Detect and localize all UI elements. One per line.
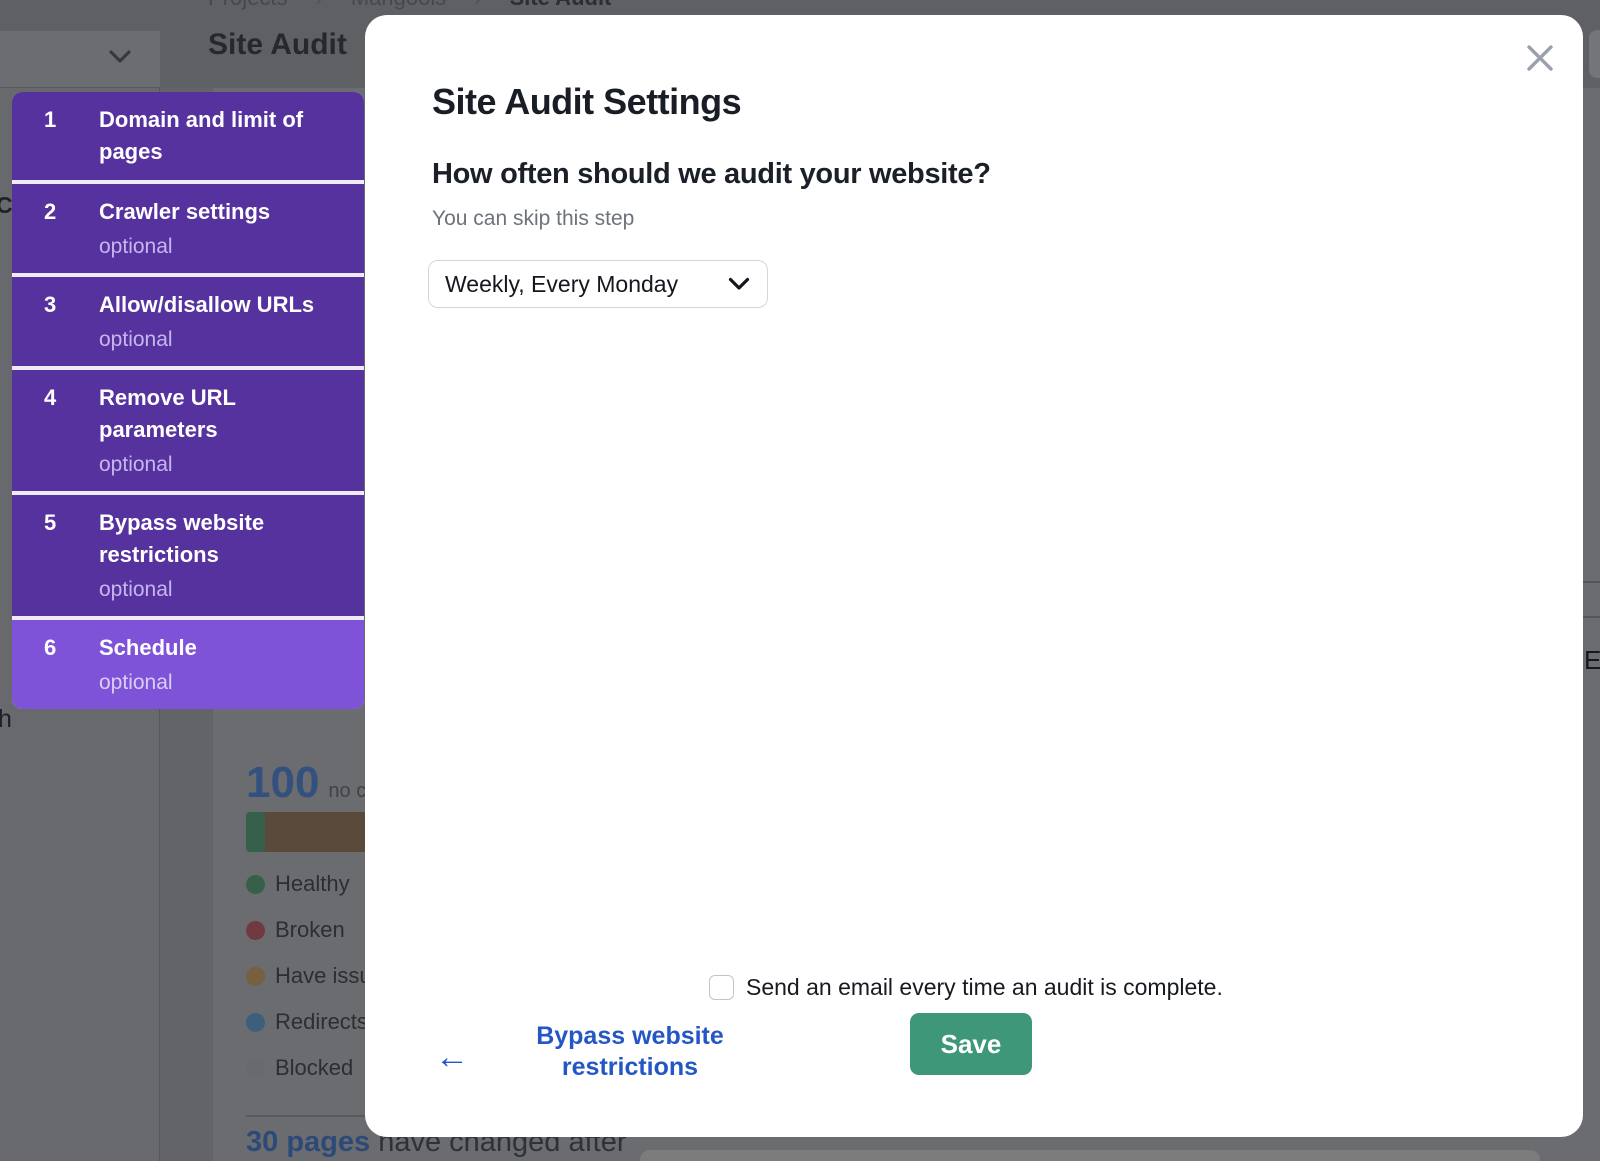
step-title: Domain and limit of pages	[99, 104, 354, 168]
legend-label: Broken	[275, 917, 345, 943]
legend-dot-icon	[246, 875, 265, 894]
step-optional-label: optional	[99, 451, 354, 479]
email-checkbox-row: Send an email every time an audit is com…	[709, 974, 1223, 1001]
step-optional-label: optional	[99, 669, 354, 697]
save-button[interactable]: Save	[910, 1013, 1032, 1075]
wizard-step-6[interactable]: 6Schedule optional	[12, 620, 364, 709]
step-title: Allow/disallow URLs	[99, 289, 354, 321]
breadcrumb: Projects › Mangools › Site Audit	[208, 0, 639, 11]
breadcrumb-separator-icon: ›	[474, 0, 481, 10]
step-title: Remove URL parameters	[99, 382, 354, 446]
legend-label: Redirects	[275, 1009, 368, 1035]
legend-dot-icon	[246, 1013, 265, 1032]
score-value: 100	[246, 758, 319, 807]
step-optional-label: optional	[99, 576, 354, 604]
legend-label: Healthy	[275, 871, 350, 897]
legend-dot-icon	[246, 1059, 265, 1078]
breadcrumb-separator-icon: ›	[315, 0, 322, 10]
step-number: 1	[12, 104, 99, 168]
back-arrow-icon[interactable]: ←	[435, 1040, 469, 1074]
step-title: Schedule	[99, 632, 354, 664]
skip-step-note: You can skip this step	[432, 207, 634, 231]
email-checkbox[interactable]	[709, 975, 734, 1000]
clipped-line-right-2	[1583, 616, 1600, 618]
step-number: 6	[12, 632, 99, 697]
wizard-step-3[interactable]: 3Allow/disallow URLs optional	[12, 277, 364, 366]
clipped-panel-right-top	[1589, 30, 1600, 78]
score-note: no c	[328, 780, 366, 802]
step-number: 5	[12, 507, 99, 604]
site-audit-settings-modal: Site Audit Settings How often should we …	[365, 15, 1583, 1137]
breadcrumb-item: Projects	[208, 0, 287, 10]
legend-dot-icon	[246, 967, 265, 986]
step-optional-label: optional	[99, 233, 354, 261]
clipped-panel-bottom	[640, 1150, 1540, 1161]
health-bar-segment-healthy	[246, 812, 265, 852]
clipped-text-left-bottom: h	[0, 705, 12, 734]
wizard-step-4[interactable]: 4Remove URL parameters optional	[12, 370, 364, 491]
step-title: Bypass website restrictions	[99, 507, 354, 571]
chevron-down-icon	[728, 277, 750, 291]
project-selector	[0, 31, 160, 88]
breadcrumb-item: Mangools	[351, 0, 446, 10]
clipped-line-right-1	[1583, 581, 1600, 583]
legend-dot-icon	[246, 921, 265, 940]
step-optional-label: optional	[99, 326, 354, 354]
email-checkbox-label: Send an email every time an audit is com…	[746, 974, 1223, 1001]
breadcrumb-item: Site Audit	[510, 0, 612, 10]
step-number: 4	[12, 382, 99, 479]
wizard-step-5[interactable]: 5Bypass website restrictions optional	[12, 495, 364, 616]
audit-frequency-question: How often should we audit your website?	[432, 158, 991, 191]
legend-label: Blocked	[275, 1055, 353, 1081]
step-title: Crawler settings	[99, 196, 354, 228]
frequency-select[interactable]: Weekly, Every Monday	[428, 260, 768, 308]
wizard-step-list: 1Domain and limit of pages2Crawler setti…	[12, 92, 364, 709]
close-icon[interactable]	[1523, 41, 1557, 75]
page-title: Site Audit	[208, 28, 347, 62]
pages-changed-link: 30 pages	[246, 1126, 370, 1158]
site-health-score: 100 no c	[246, 758, 366, 808]
wizard-step-2[interactable]: 2Crawler settings optional	[12, 184, 364, 273]
step-number: 3	[12, 289, 99, 354]
modal-title: Site Audit Settings	[432, 81, 741, 123]
bypass-website-restrictions-link[interactable]: Bypass website restrictions	[525, 1021, 735, 1083]
clipped-text-right-edge: E	[1584, 645, 1600, 676]
wizard-step-1[interactable]: 1Domain and limit of pages	[12, 92, 364, 180]
frequency-select-value: Weekly, Every Monday	[429, 271, 728, 298]
step-number: 2	[12, 196, 99, 261]
screen: Projects › Mangools › Site Audit Site Audit …	[0, 0, 1600, 1161]
